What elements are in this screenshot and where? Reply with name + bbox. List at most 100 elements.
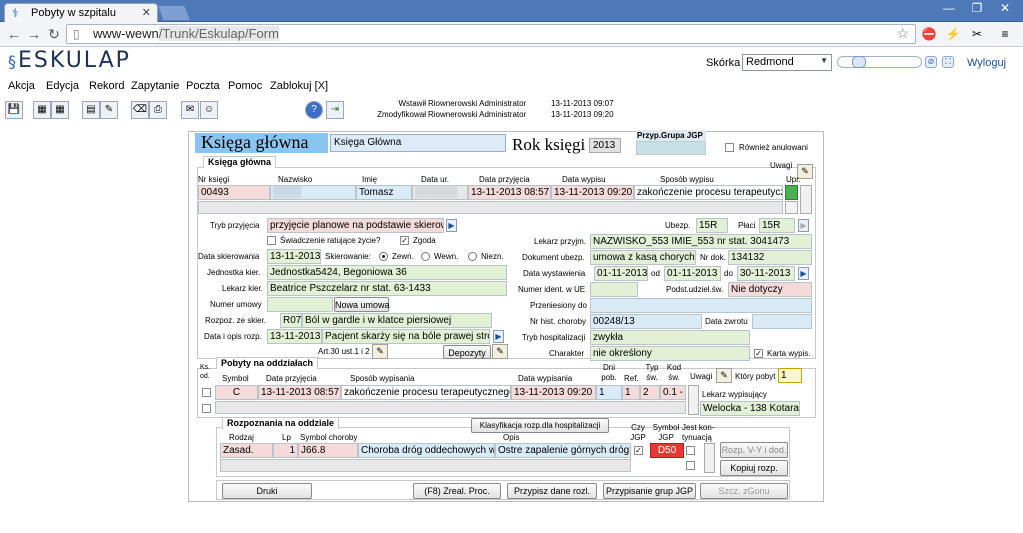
print-icon[interactable]: ⎙ (149, 101, 167, 119)
admission-mode-field[interactable]: przyjęcie planowe na podstawie skierow: (267, 218, 444, 233)
close-icon[interactable]: ✕ (142, 6, 151, 19)
year-field[interactable]: 2013 (589, 138, 621, 153)
menu-zablokuj[interactable]: Zablokuj [X] (270, 80, 328, 92)
stay-discharge[interactable]: 13-11-2013 09:20 (511, 385, 596, 400)
address-bar[interactable]: ▯ www-wewn/Trunk/Eskulap/Form ☆ (66, 24, 916, 44)
stay-mode[interactable]: zakończenie procesu terapeutycznego l (341, 385, 511, 400)
to-field[interactable]: 30-11-2013 (737, 266, 795, 281)
slider-thumb[interactable] (852, 56, 866, 68)
grid-remove-icon[interactable]: ▦ (51, 101, 69, 119)
diag-ref-desc[interactable]: Ból w gardle i w klatce piersiowej (302, 313, 492, 328)
consent-checkbox[interactable]: ✓ (400, 236, 409, 245)
nr-field[interactable]: 00493 (198, 185, 270, 200)
zoom-slider[interactable] (837, 56, 922, 68)
stay-checkbox-empty[interactable] (202, 404, 211, 413)
stay-checkbox[interactable] (202, 388, 211, 397)
deposits-edit-icon[interactable]: ✎ (492, 344, 508, 359)
which-field[interactable]: 1 (778, 368, 802, 383)
new-contract-button[interactable]: Nowa umowa (334, 297, 390, 312)
skin-select[interactable]: Redmond ▼ (742, 54, 832, 71)
stay-code[interactable]: 0.1 - l (660, 385, 686, 400)
edit-icon[interactable]: ✎ (100, 101, 118, 119)
from-field[interactable]: 01-11-2013 (664, 266, 721, 281)
diag-scrollbar[interactable] (704, 443, 715, 473)
grid-add-icon[interactable]: ▦ (33, 101, 51, 119)
bolt-icon[interactable]: ⚡ (944, 26, 962, 43)
fullscreen-icon[interactable]: ⛶ (942, 56, 954, 68)
arrow-right-icon[interactable]: ▶ (798, 219, 809, 232)
star-icon[interactable]: ☆ (896, 25, 909, 42)
insurance-doc-field[interactable]: umowa z kasą chorych (590, 250, 696, 265)
menu-akcja[interactable]: Akcja (8, 80, 35, 92)
f8-button[interactable]: (F8) Zreal. Proc. (413, 483, 501, 499)
payer-field[interactable]: 15R (759, 218, 795, 233)
admit-field[interactable]: 13-11-2013 08:57 (468, 185, 551, 200)
ref-int-radio[interactable] (421, 252, 430, 261)
diag-desc[interactable]: Ostre zapalenie górnych dróg o (495, 443, 631, 458)
row-scrollbar[interactable] (800, 185, 812, 214)
menu-edycja[interactable]: Edycja (46, 80, 79, 92)
eraser-icon[interactable]: ⌫ (131, 101, 149, 119)
menu-poczta[interactable]: Poczta (186, 80, 220, 92)
card-checkbox[interactable]: ✓ (754, 349, 763, 358)
print-button[interactable]: Druki (222, 483, 312, 499)
stay-type[interactable]: 2 (640, 385, 660, 400)
stay-admit[interactable]: 13-11-2013 08:57 (258, 385, 341, 400)
forward-icon[interactable]: → (24, 25, 44, 43)
stay-scrollbar[interactable] (688, 385, 699, 415)
stop-icon[interactable]: ⛔ (920, 26, 938, 43)
minimize-icon[interactable]: — (936, 0, 962, 18)
art-edit-icon[interactable]: ✎ (372, 344, 388, 359)
birth-field[interactable]: ▒▒▒▒▒▒ (412, 185, 468, 200)
deposits-button[interactable]: Depozyty (443, 345, 491, 359)
is-jgp-checkbox[interactable]: ✓ (634, 446, 643, 455)
reset-icon[interactable]: ⊘ (925, 56, 937, 68)
basis-field[interactable]: Nie dotyczy (728, 282, 812, 297)
also-cancelled-checkbox[interactable] (725, 143, 734, 152)
grid-edit-icon[interactable]: ▤ (82, 101, 100, 119)
name-field[interactable]: Tomasz (356, 185, 412, 200)
date-desc-date[interactable]: 13-11-2013 (267, 329, 322, 344)
stay-symbol[interactable]: C (215, 385, 258, 400)
stay-ref[interactable]: 1 (622, 385, 640, 400)
diag-kind[interactable]: Zasad. (220, 443, 273, 458)
new-tab-button[interactable] (157, 5, 191, 21)
ubezp-field[interactable]: 15R (696, 218, 728, 233)
menu-rekord[interactable]: Rekord (89, 80, 124, 92)
reload-icon[interactable]: ↻ (44, 25, 64, 43)
arrow-right-icon[interactable]: ▶ (798, 267, 809, 280)
doctor-ref-field[interactable]: Beatrice Pszczelarz nr stat. 63-1433 (267, 281, 507, 296)
surname-field[interactable]: ▒▒▒▒ (270, 185, 356, 200)
doc-no-field[interactable]: 134132 (728, 250, 812, 265)
doctor-admit-field[interactable]: NAZWISKO_553 IMIE_553 nr stat. 3041473 (590, 234, 812, 249)
browser-tab[interactable]: ⚕ Pobyty w szpitalu ✕ (4, 3, 158, 22)
transferred-field[interactable] (590, 298, 812, 313)
close-window-icon[interactable]: ✕ (992, 0, 1018, 18)
diag-name[interactable]: Choroba dróg oddechowych wy (358, 443, 495, 458)
diag-ref-code[interactable]: R07 (280, 313, 302, 328)
stay-days[interactable]: 1 (596, 385, 622, 400)
character-field[interactable]: nie określony (590, 346, 750, 361)
logout-link[interactable]: Wyloguj (967, 57, 1006, 69)
cont-checkbox-empty[interactable] (686, 461, 695, 470)
help-icon[interactable]: ? (305, 101, 323, 119)
issue-date-field[interactable]: 01-11-2013 (594, 266, 648, 281)
unit-field[interactable]: Jednostka5424, Begoniowa 36 (267, 265, 507, 280)
people-icon[interactable]: ☺ (200, 101, 218, 119)
rescue-checkbox[interactable] (267, 236, 276, 245)
classify-button[interactable]: Klasyfikacja rozp.dla hospitalizacji (471, 418, 609, 433)
note-icon[interactable]: ✉ (181, 101, 199, 119)
arrow-right-icon[interactable]: ▶ (493, 330, 504, 343)
back-icon[interactable]: ← (4, 25, 24, 43)
discharge-mode-field[interactable]: zakończenie procesu terapeutycz (634, 185, 783, 200)
hist-no-field[interactable]: 00248/13 (590, 314, 702, 329)
hosp-mode-field[interactable]: zwykła (590, 330, 750, 345)
diag-symbol[interactable]: J66.8 (298, 443, 358, 458)
group-field[interactable] (636, 141, 706, 155)
ue-field[interactable] (590, 282, 638, 297)
menu-icon[interactable]: ≡ (996, 26, 1014, 43)
maximize-icon[interactable]: ❐ (964, 0, 990, 18)
plugin-icon[interactable]: ✂ (968, 26, 986, 43)
date-desc-field[interactable]: Pacjent skarży się na bóle prawej stro (322, 329, 490, 344)
book-name-field[interactable]: Księga Główna (330, 134, 506, 152)
